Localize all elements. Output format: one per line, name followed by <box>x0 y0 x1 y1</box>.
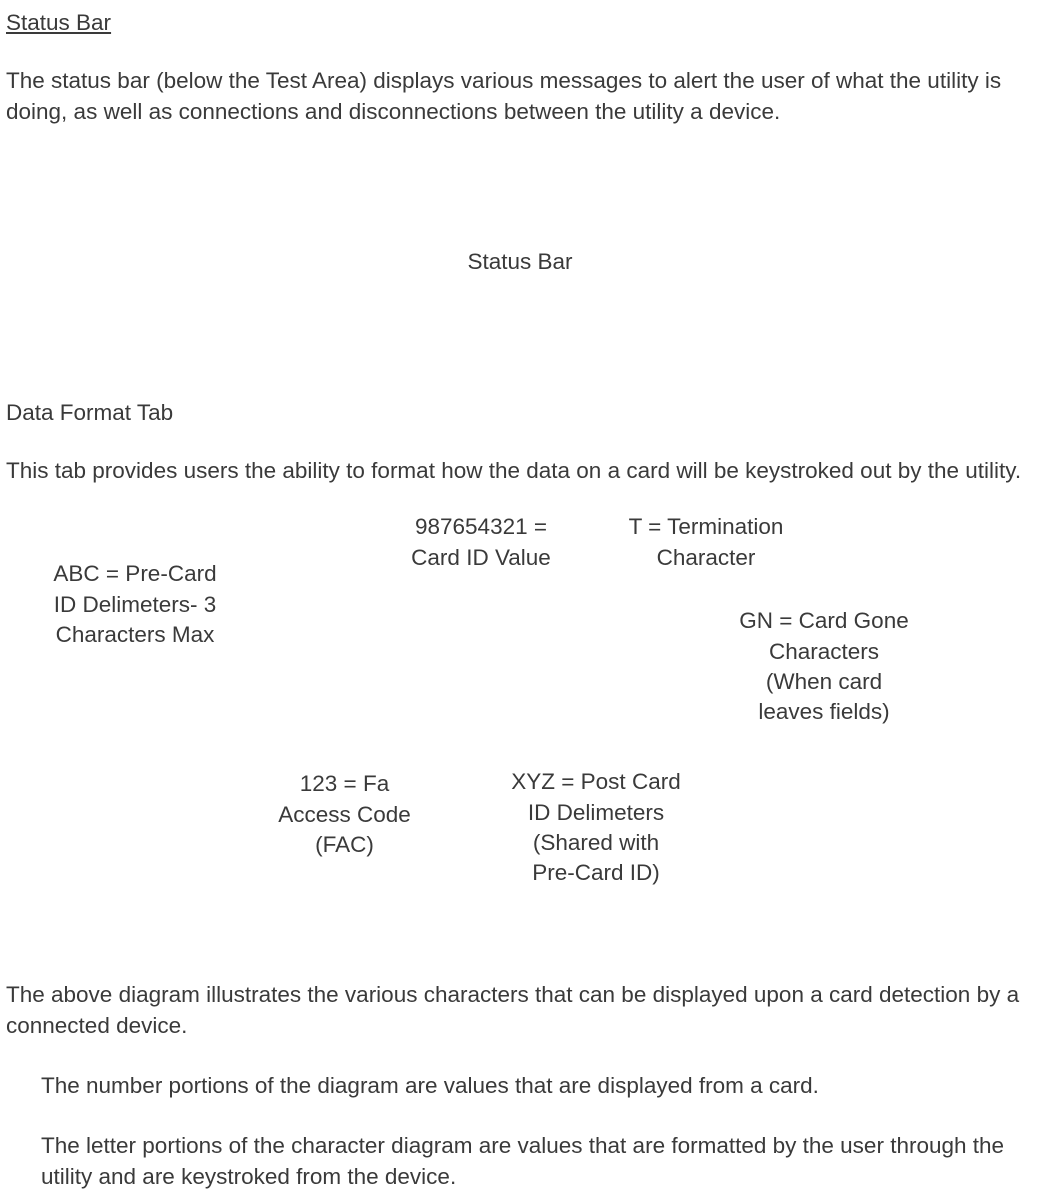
callout-line: (Shared with <box>496 828 696 858</box>
callout-line: ID Delimeters- 3 <box>35 590 235 620</box>
letter-portions-note: The letter portions of the character dia… <box>41 1131 1034 1192</box>
status-bar-description: The status bar (below the Test Area) dis… <box>6 66 1034 127</box>
callout-line: Card ID Value <box>391 543 571 573</box>
callout-line: Access Code <box>272 800 417 830</box>
data-format-description: This tab provides users the ability to f… <box>6 456 1034 486</box>
callout-line: T = Termination <box>616 512 796 542</box>
number-portions-note: The number portions of the diagram are v… <box>41 1071 1034 1101</box>
callout-line: Characters <box>724 637 924 667</box>
callout-line: Pre-Card ID) <box>496 858 696 888</box>
callout-line: Characters Max <box>35 620 235 650</box>
callout-line: Character <box>616 543 796 573</box>
callout-line: ABC = Pre-Card <box>35 559 235 589</box>
callout-line: (When card <box>724 667 924 697</box>
callout-post-card-id-delimiters: XYZ = Post Card ID Delimeters (Shared wi… <box>496 767 696 889</box>
status-bar-heading: Status Bar <box>6 8 1034 38</box>
callout-termination-character: T = Termination Character <box>616 512 796 573</box>
callout-card-gone-characters: GN = Card Gone Characters (When card lea… <box>724 606 924 728</box>
status-bar-center-label: Status Bar <box>6 247 1034 277</box>
callout-pre-card-id-delimiters: ABC = Pre-Card ID Delimeters- 3 Characte… <box>35 559 235 650</box>
callout-line: (FAC) <box>272 830 417 860</box>
callout-line: XYZ = Post Card <box>496 767 696 797</box>
callout-line: GN = Card Gone <box>724 606 924 636</box>
callout-facility-access-code: 123 = Fa Access Code (FAC) <box>272 769 417 860</box>
diagram-explanation: The above diagram illustrates the variou… <box>6 980 1034 1041</box>
data-format-heading: Data Format Tab <box>6 398 1034 428</box>
callout-line: 987654321 = <box>391 512 571 542</box>
character-diagram: ABC = Pre-Card ID Delimeters- 3 Characte… <box>6 514 1034 944</box>
callout-line: 123 = Fa <box>272 769 417 799</box>
callout-line: ID Delimeters <box>496 798 696 828</box>
callout-line: leaves fields) <box>724 697 924 727</box>
callout-card-id-value: 987654321 = Card ID Value <box>391 512 571 573</box>
